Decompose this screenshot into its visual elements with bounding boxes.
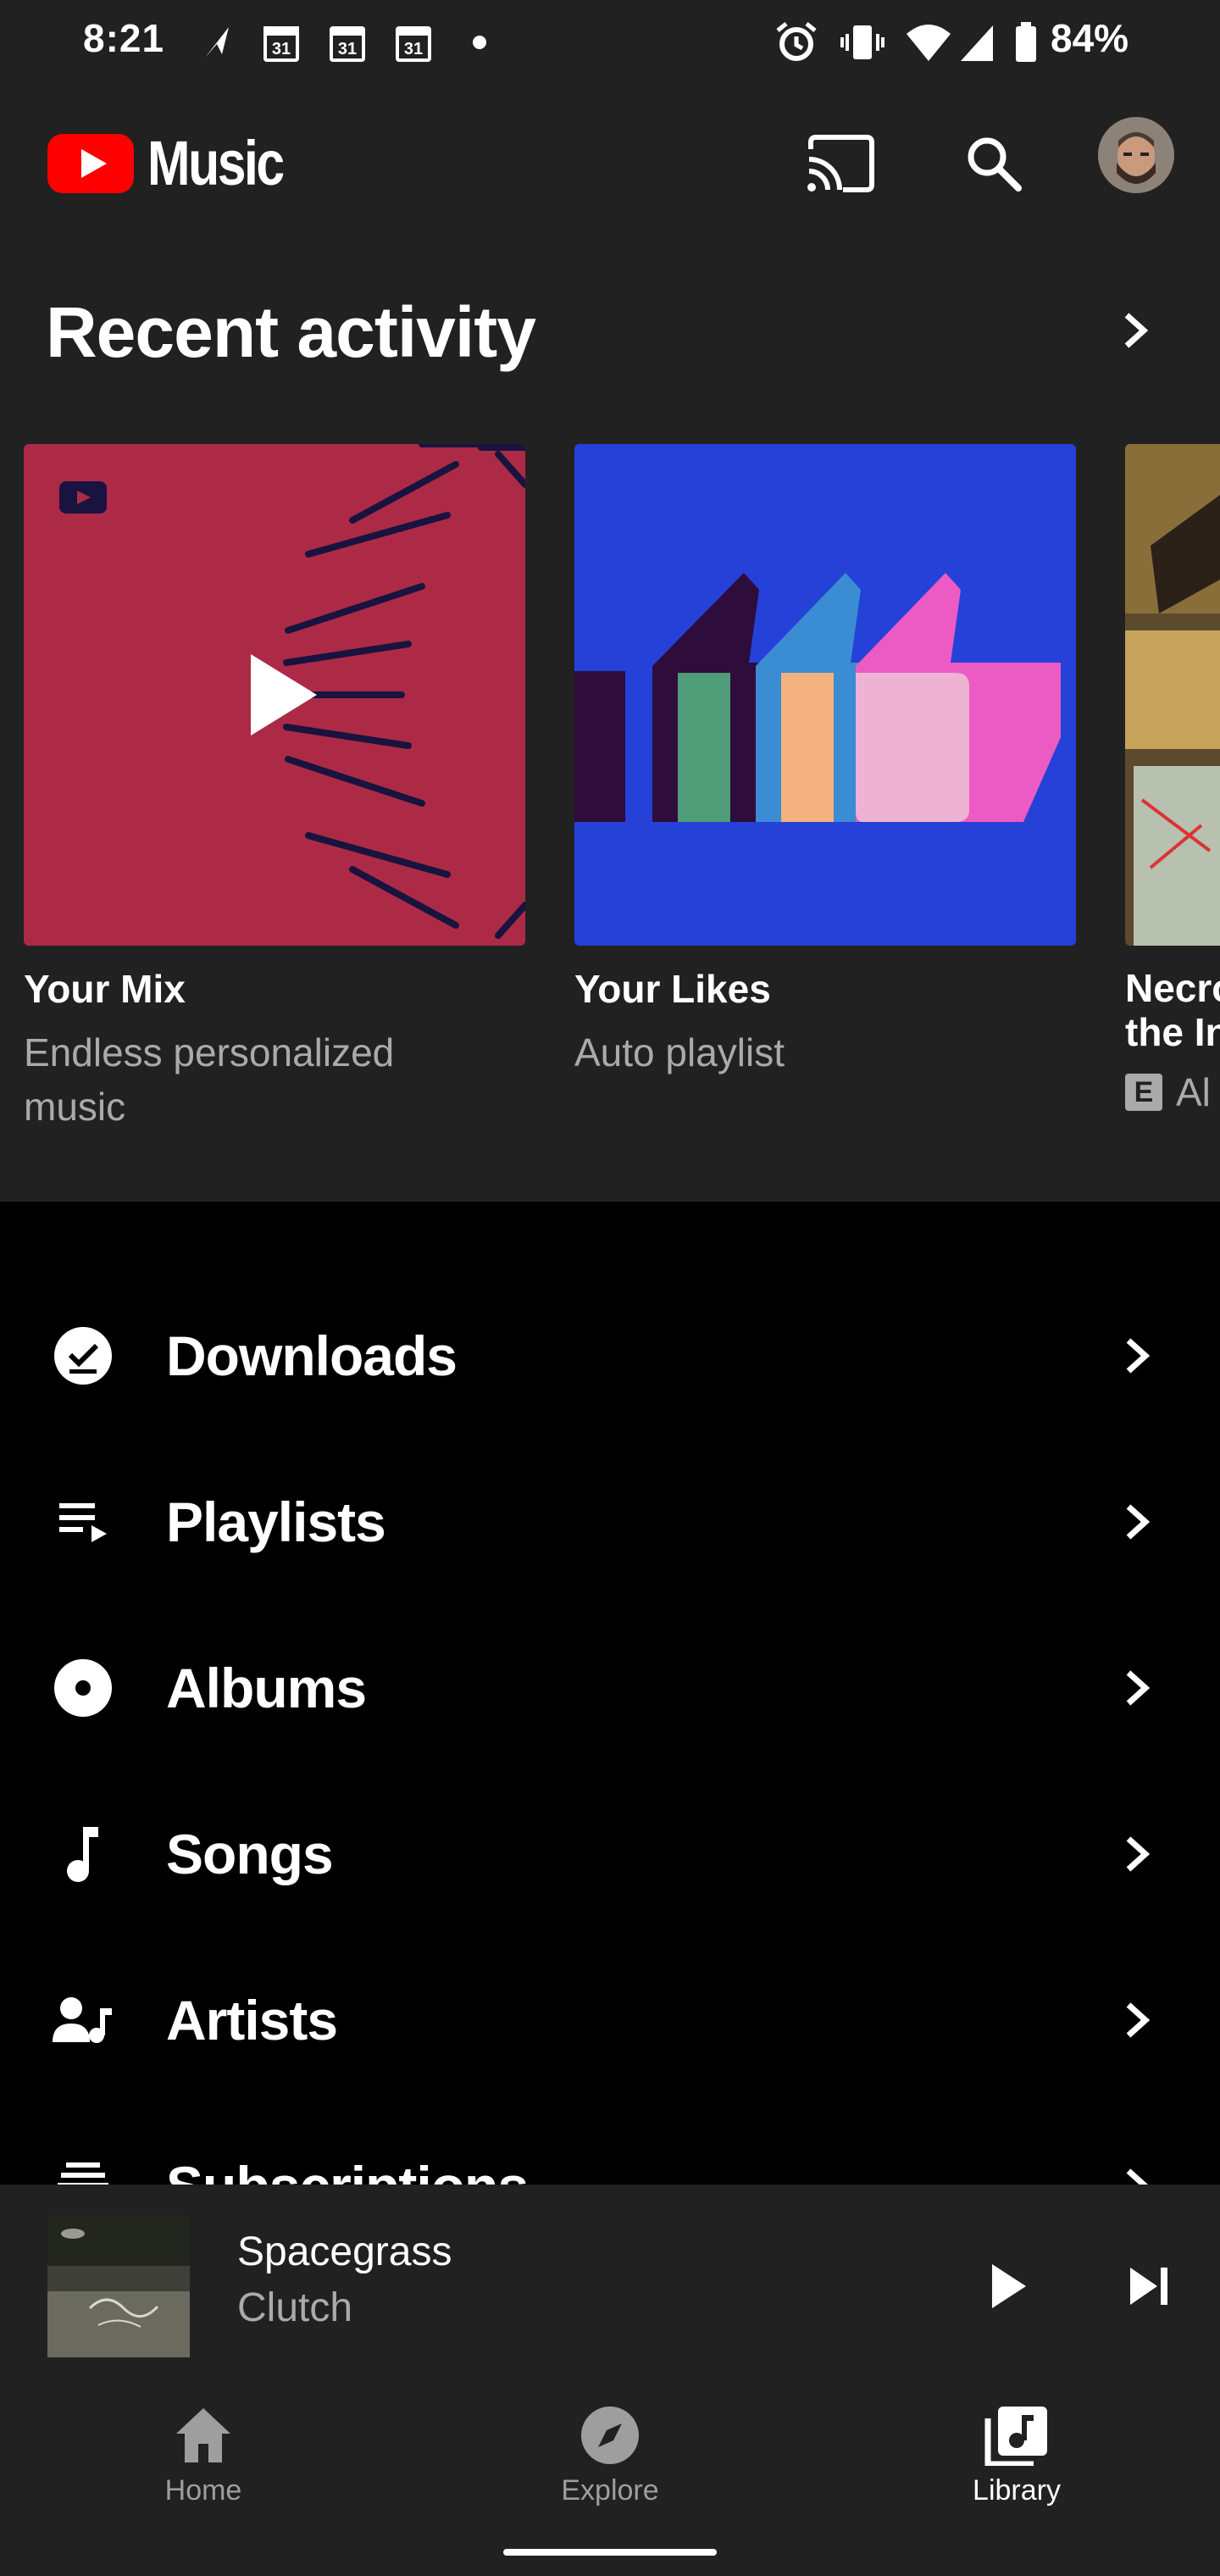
library-item-downloads[interactable]: Downloads [0, 1273, 1220, 1439]
download-check-icon [49, 1322, 117, 1390]
home-icon [176, 2408, 230, 2462]
card-title: Your Likes [574, 967, 771, 1011]
recent-card-necro[interactable]: Necro the In E Al [1125, 444, 1220, 1115]
library-item-songs[interactable]: Songs [0, 1771, 1220, 1937]
library-item-label: Playlists [166, 1491, 386, 1553]
cell-signal-icon [957, 20, 996, 69]
nav-label: Library [973, 2474, 1061, 2507]
chevron-right-icon [1112, 1330, 1162, 1381]
nav-label: Explore [561, 2474, 659, 2507]
now-playing-artist: Clutch [237, 2285, 353, 2330]
nav-home[interactable]: Home [76, 2405, 330, 2532]
artist-icon [49, 1986, 117, 2054]
your-likes-artwork [574, 444, 1076, 946]
chevron-right-icon [1112, 1829, 1162, 1879]
music-note-icon [49, 1820, 117, 1888]
battery-icon [1013, 20, 1039, 69]
recent-activity-more-button[interactable] [1110, 305, 1161, 356]
card-subtitle: Endless personalized music [24, 1030, 395, 1129]
library-item-label: Songs [166, 1823, 334, 1885]
search-icon [968, 137, 1022, 192]
notification-dot-icon [471, 34, 488, 55]
explicit-badge: E [1125, 1074, 1162, 1111]
wifi-icon [905, 20, 952, 69]
chevron-right-icon [1112, 1496, 1162, 1547]
vibrate-icon [839, 20, 886, 69]
calendar-icon: 31 [393, 20, 434, 69]
calendar-icon: 31 [327, 20, 368, 69]
cast-icon [807, 135, 874, 192]
card-title: Your Mix [24, 967, 186, 1011]
chevron-right-icon [1112, 1663, 1162, 1713]
compass-icon [581, 2407, 639, 2464]
now-playing-artwork [47, 2215, 190, 2357]
play-icon [992, 2264, 1026, 2308]
mini-player[interactable]: Spacegrass Clutch [0, 2185, 1220, 2388]
app-bar: Music [0, 102, 1220, 212]
chevron-right-icon [1112, 1995, 1162, 2046]
status-time: 8:21 [83, 16, 165, 60]
nav-explore[interactable]: Explore [483, 2405, 737, 2532]
svg-text:31: 31 [404, 40, 423, 58]
search-button[interactable] [956, 125, 1032, 202]
youtube-music-logo: Music [47, 127, 313, 199]
card-subtitle: Al [1176, 1070, 1211, 1114]
album-artwork [1125, 444, 1220, 946]
library-item-label: Albums [166, 1657, 367, 1719]
status-bar: 8:21 31 31 31 84% [0, 0, 1220, 85]
chevron-right-icon [1124, 313, 1149, 348]
svg-text:31: 31 [338, 40, 357, 58]
library-item-albums[interactable]: Albums [0, 1605, 1220, 1771]
gesture-home-indicator[interactable] [503, 2549, 717, 2556]
avatar [1098, 117, 1174, 193]
nav-label: Home [164, 2474, 242, 2507]
avatar-button[interactable] [1098, 117, 1174, 193]
library-item-artists[interactable]: Artists [0, 1937, 1220, 2103]
alarm-icon [774, 20, 818, 69]
bottom-nav: Home Explore Library [0, 2388, 1220, 2576]
library-icon [984, 2407, 1047, 2466]
recent-activity-title: Recent activity [46, 292, 536, 372]
play-button[interactable] [974, 2252, 1042, 2320]
skip-next-button[interactable] [1115, 2252, 1183, 2320]
playlist-icon [49, 1488, 117, 1556]
nav-library[interactable]: Library [890, 2405, 1144, 2532]
your-mix-artwork [24, 444, 525, 946]
album-icon [49, 1654, 117, 1722]
skip-next-icon [1130, 2268, 1167, 2305]
recent-card-your-mix[interactable]: Your Mix Endless personalized music [24, 444, 525, 1134]
youtube-logo-icon [47, 133, 134, 193]
app-name: Music [147, 128, 285, 198]
recent-card-your-likes[interactable]: Your Likes Auto playlist [574, 444, 1076, 1080]
card-title-line2: the In [1125, 1010, 1220, 1054]
library-item-label: Artists [166, 1989, 338, 2051]
navigation-arrow-icon [200, 20, 234, 69]
cast-button[interactable] [801, 125, 878, 202]
now-playing-title: Spacegrass [237, 2229, 452, 2274]
card-title: Necro [1125, 966, 1220, 1010]
library-item-playlists[interactable]: Playlists [0, 1439, 1220, 1605]
svg-text:31: 31 [272, 40, 291, 58]
top-panel: 8:21 31 31 31 84% Music Recent activity … [0, 0, 1220, 1202]
calendar-icon: 31 [261, 20, 302, 69]
battery-percent: 84% [1051, 16, 1129, 60]
library-item-label: Downloads [166, 1324, 458, 1387]
card-subtitle: Auto playlist [574, 1030, 785, 1074]
